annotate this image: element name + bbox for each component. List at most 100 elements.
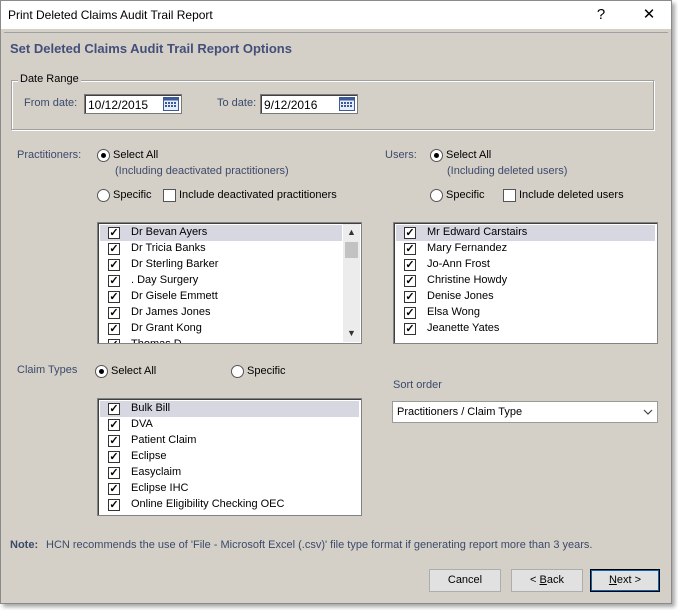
user-list-item[interactable]: ✓ Elsa Wong xyxy=(396,305,655,321)
next-rest: ext xyxy=(616,574,632,586)
claim-type-list-item[interactable]: ✓ Online Eligibility Checking OEC xyxy=(100,497,359,513)
sort-order-value: Practitioners / Claim Type xyxy=(397,406,523,418)
checkmark-icon[interactable]: ✓ xyxy=(108,451,120,463)
claim-type-list-item[interactable]: ✓ DVA xyxy=(100,417,359,433)
user-item-label: Elsa Wong xyxy=(427,306,480,318)
practitioners-select-all-hint: (Including deactivated practitioners) xyxy=(115,165,289,177)
user-list-item[interactable]: ✓ Mary Fernandez xyxy=(396,241,655,257)
checkmark-icon[interactable]: ✓ xyxy=(108,243,120,255)
practitioner-list-item[interactable]: ✓ Dr Tricia Banks xyxy=(100,241,342,257)
checkmark-icon[interactable]: ✓ xyxy=(108,339,120,343)
claim-type-list-item[interactable]: ✓ Patient Claim xyxy=(100,433,359,449)
checkmark-icon[interactable]: ✓ xyxy=(404,259,416,271)
practitioner-item-label: . Day Surgery xyxy=(131,274,199,286)
practitioners-specific-radio[interactable] xyxy=(97,189,110,202)
calendar-icon[interactable] xyxy=(163,97,179,111)
practitioners-scrollbar[interactable]: ▲ ▼ xyxy=(343,224,360,342)
help-button[interactable]: ? xyxy=(579,1,623,29)
checkmark-icon[interactable]: ✓ xyxy=(108,419,120,431)
checkmark-icon[interactable]: ✓ xyxy=(404,243,416,255)
close-button[interactable]: ✕ xyxy=(627,1,671,29)
user-list-item[interactable]: ✓ Jo-Ann Frost xyxy=(396,257,655,273)
claim-types-list[interactable]: ✓ Bulk Bill ✓ DVA ✓ Patient Claim ✓ Eclipse ✓ Eas… xyxy=(97,398,362,516)
note-label: Note: xyxy=(10,539,39,551)
from-date-label: From date: xyxy=(24,97,78,109)
checkmark-icon[interactable]: ✓ xyxy=(404,275,416,287)
claim-type-list-item[interactable]: ✓ Easyclaim xyxy=(100,465,359,481)
user-list-item[interactable]: ✓ Jeanette Yates xyxy=(396,321,655,337)
claim-types-select-all-label[interactable]: Select All xyxy=(111,365,156,377)
checkmark-icon[interactable]: ✓ xyxy=(108,403,120,415)
practitioner-item-label: Dr Bevan Ayers xyxy=(131,226,208,238)
user-item-label: Denise Jones xyxy=(427,290,494,302)
checkmark-icon[interactable]: ✓ xyxy=(404,323,416,335)
calendar-icon[interactable] xyxy=(339,97,355,111)
next-button[interactable]: Next > xyxy=(590,569,660,592)
user-item-label: Christine Howdy xyxy=(427,274,508,286)
practitioners-select-all-label[interactable]: Select All xyxy=(113,149,158,161)
claim-types-specific-label[interactable]: Specific xyxy=(247,365,286,377)
users-specific-radio[interactable] xyxy=(430,189,443,202)
chevron-down-icon[interactable] xyxy=(643,405,653,419)
claim-type-list-item[interactable]: ✓ Eclipse IHC xyxy=(100,481,359,497)
practitioner-list-item[interactable]: ✓ Dr Grant Kong xyxy=(100,321,342,337)
user-list-item[interactable]: ✓ Christine Howdy xyxy=(396,273,655,289)
user-list-item[interactable]: ✓ Mr Edward Carstairs xyxy=(396,225,655,241)
practitioners-specific-label[interactable]: Specific xyxy=(113,189,152,201)
checkmark-icon[interactable]: ✓ xyxy=(108,467,120,479)
user-list-item[interactable]: ✓ Denise Jones xyxy=(396,289,655,305)
include-deleted-users-checkbox[interactable] xyxy=(503,189,516,202)
include-deactivated-checkbox[interactable] xyxy=(163,189,176,202)
claim-types-select-all-radio[interactable] xyxy=(95,365,108,378)
checkmark-icon[interactable]: ✓ xyxy=(404,227,416,239)
sort-order-dropdown[interactable]: Practitioners / Claim Type xyxy=(392,401,658,423)
practitioners-label: Practitioners: xyxy=(17,149,82,161)
scroll-thumb[interactable] xyxy=(345,242,358,258)
users-specific-label[interactable]: Specific xyxy=(446,189,485,201)
checkmark-icon[interactable]: ✓ xyxy=(108,275,120,287)
scroll-down-icon[interactable]: ▼ xyxy=(343,325,360,342)
checkmark-icon[interactable]: ✓ xyxy=(108,259,120,271)
users-select-all-label[interactable]: Select All xyxy=(446,149,491,161)
checkmark-icon[interactable]: ✓ xyxy=(108,435,120,447)
checkmark-icon[interactable]: ✓ xyxy=(404,307,416,319)
user-item-label: Mary Fernandez xyxy=(427,242,508,254)
dialog-content: Set Deleted Claims Audit Trail Report Op… xyxy=(4,32,668,602)
checkmark-icon[interactable]: ✓ xyxy=(108,323,120,335)
date-range-group: Date Range From date: 10/12/2015 To date… xyxy=(11,73,654,130)
practitioner-list-item[interactable]: ✓ Dr Bevan Ayers xyxy=(100,225,342,241)
cancel-label: Cancel xyxy=(447,574,483,586)
checkmark-icon[interactable]: ✓ xyxy=(108,291,120,303)
practitioner-list-item[interactable]: ✓ . Day Surgery xyxy=(100,273,342,289)
checkmark-icon[interactable]: ✓ xyxy=(108,227,120,239)
to-date-field[interactable]: 9/12/2016 xyxy=(260,94,358,114)
include-deactivated-label[interactable]: Include deactivated practitioners xyxy=(179,189,337,201)
back-button[interactable]: < Back xyxy=(511,569,583,592)
claim-type-item-label: Eclipse xyxy=(131,450,167,462)
checkmark-icon[interactable]: ✓ xyxy=(108,307,120,319)
note-text: HCN recommends the use of 'File - Micros… xyxy=(46,539,593,551)
users-label: Users: xyxy=(385,149,417,161)
from-date-field[interactable]: 10/12/2015 xyxy=(84,94,182,114)
back-accelerator: B xyxy=(539,574,547,586)
practitioners-list[interactable]: ✓ Dr Bevan Ayers ✓ Dr Tricia Banks ✓ Dr Sterl… xyxy=(97,222,362,344)
practitioner-list-item[interactable]: ✓ Thomas D xyxy=(100,337,342,343)
claim-type-list-item[interactable]: ✓ Eclipse xyxy=(100,449,359,465)
user-item-label: Mr Edward Carstairs xyxy=(427,226,528,238)
checkmark-icon[interactable]: ✓ xyxy=(108,499,120,511)
checkmark-icon[interactable]: ✓ xyxy=(108,483,120,495)
claim-types-specific-radio[interactable] xyxy=(231,365,244,378)
practitioner-item-label: Dr Sterling Barker xyxy=(131,258,219,270)
practitioner-list-item[interactable]: ✓ Dr Sterling Barker xyxy=(100,257,342,273)
practitioners-select-all-radio[interactable] xyxy=(97,149,110,162)
checkmark-icon[interactable]: ✓ xyxy=(404,291,416,303)
scroll-up-icon[interactable]: ▲ xyxy=(343,224,360,241)
options-header: Set Deleted Claims Audit Trail Report Op… xyxy=(10,41,292,56)
practitioner-list-item[interactable]: ✓ Dr Gisele Emmett xyxy=(100,289,342,305)
claim-type-list-item[interactable]: ✓ Bulk Bill xyxy=(100,401,359,417)
cancel-button[interactable]: Cancel xyxy=(429,569,501,592)
users-select-all-radio[interactable] xyxy=(430,149,443,162)
practitioner-list-item[interactable]: ✓ Dr James Jones xyxy=(100,305,342,321)
include-deleted-users-label[interactable]: Include deleted users xyxy=(519,189,624,201)
users-list[interactable]: ✓ Mr Edward Carstairs ✓ Mary Fernandez ✓ Jo-A… xyxy=(393,222,658,344)
